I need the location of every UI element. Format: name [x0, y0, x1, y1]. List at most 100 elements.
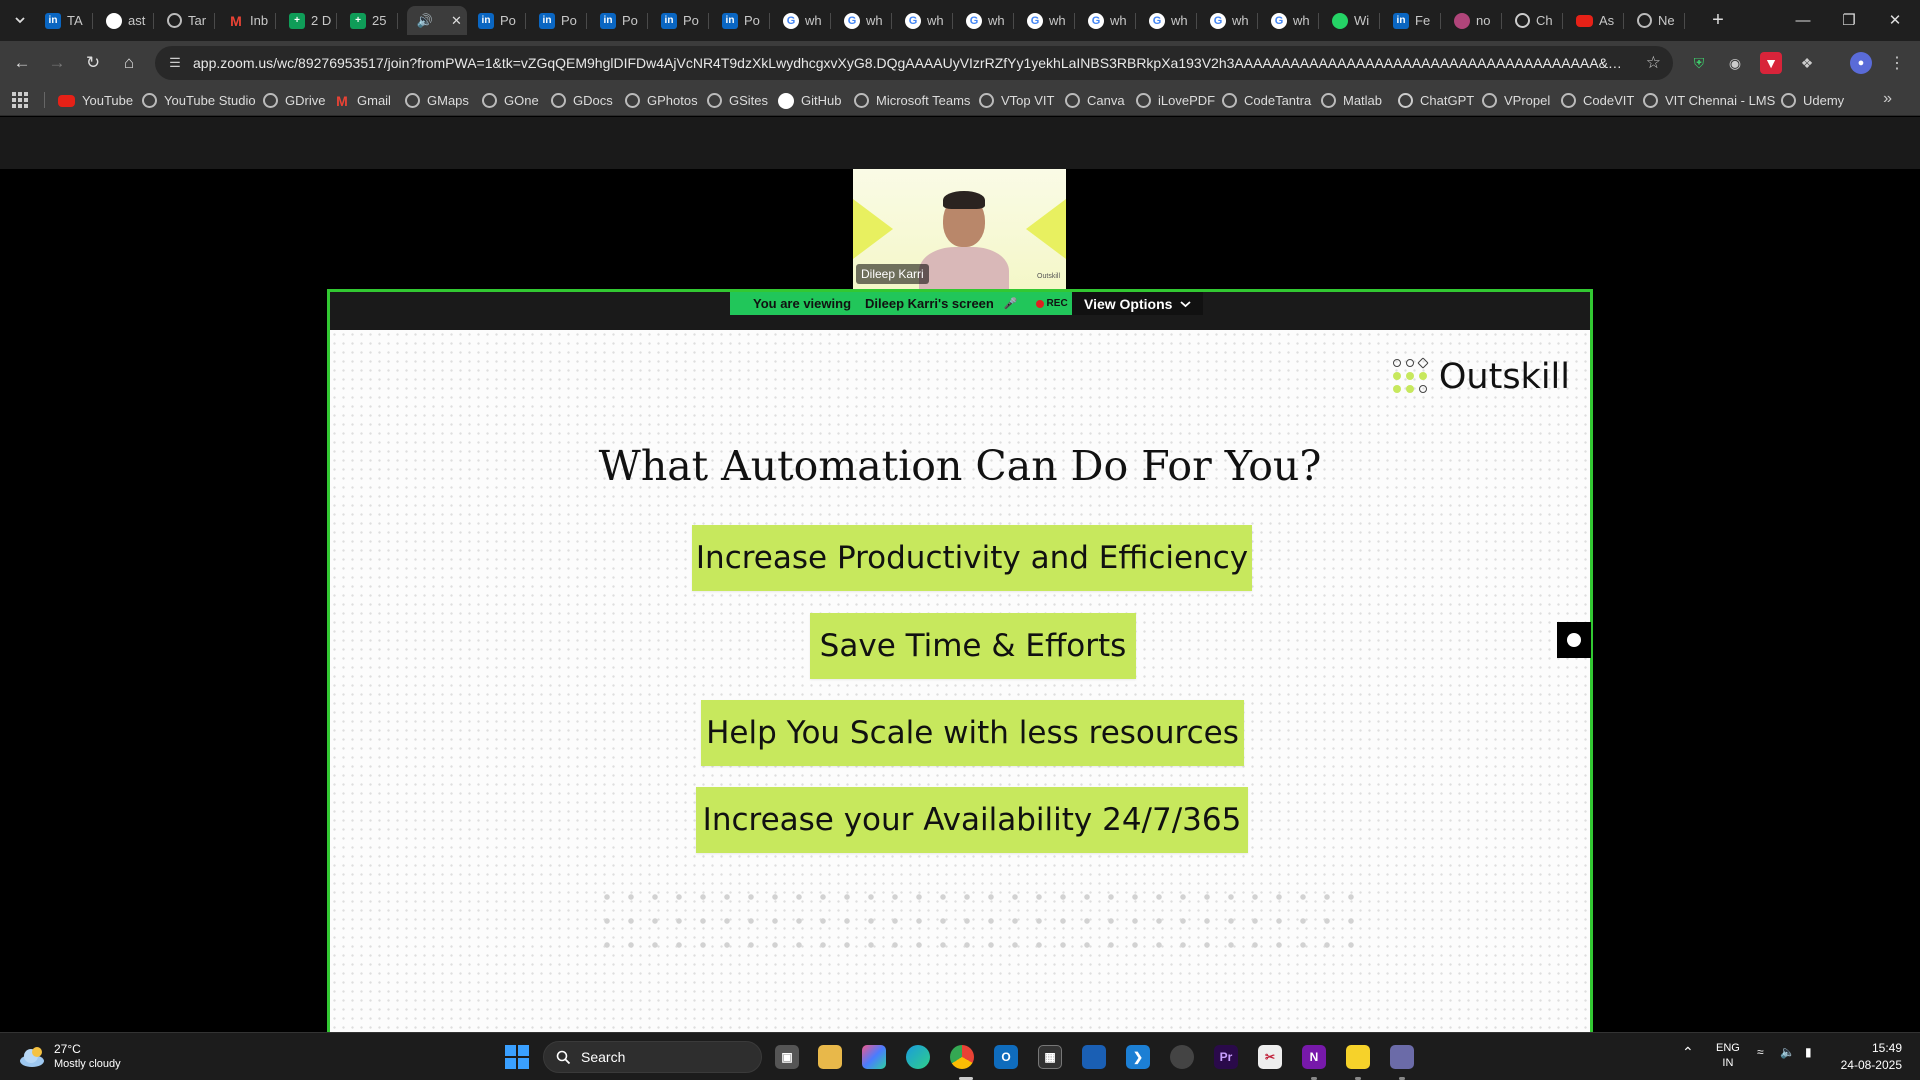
extensions-puzzle-icon[interactable]: ❖	[1796, 52, 1818, 74]
browser-tab[interactable]: in Fe	[1383, 6, 1441, 35]
volume-icon[interactable]: 🔈	[1780, 1045, 1795, 1059]
bookmark-item[interactable]: GSites	[707, 92, 768, 109]
address-bar[interactable]: ☰ app.zoom.us/wc/89276953517/join?fromPW…	[155, 46, 1673, 80]
minimize-button[interactable]: —	[1780, 0, 1826, 40]
browser-tab[interactable]: in Po	[651, 6, 709, 35]
show-hidden-icons-chevron-icon[interactable]: ⌃	[1682, 1044, 1694, 1061]
side-widget-button[interactable]	[1557, 622, 1591, 658]
bookmark-item[interactable]: YouTube	[58, 92, 133, 109]
home-button[interactable]: ⌂	[116, 50, 142, 76]
browser-tab[interactable]: in TA	[35, 6, 93, 35]
system-clock[interactable]: 15:49 24-08-2025	[1841, 1040, 1902, 1074]
bookmark-item[interactable]: GitHub	[778, 92, 841, 109]
bookmark-item[interactable]: VIT Chennai - LMS	[1643, 92, 1775, 109]
chrome-icon[interactable]	[950, 1045, 974, 1069]
app-icon[interactable]	[1390, 1045, 1414, 1069]
browser-tab[interactable]: +25	[340, 6, 398, 35]
bookmark-item[interactable]: ChatGPT	[1398, 92, 1474, 109]
close-window-button[interactable]: ✕	[1872, 0, 1918, 40]
start-windows-icon[interactable]	[505, 1045, 529, 1069]
participant-video-tile[interactable]: Dileep Karri Outskill	[853, 169, 1066, 289]
bookmark-item[interactable]: CodeVIT	[1561, 92, 1634, 109]
edge-icon[interactable]	[906, 1045, 930, 1069]
url-text[interactable]: app.zoom.us/wc/89276953517/join?fromPWA=…	[193, 55, 1623, 71]
browser-tab[interactable]: As	[1566, 6, 1624, 35]
battery-icon[interactable]: ▮	[1805, 1045, 1812, 1059]
task-view-icon[interactable]: ▣	[775, 1045, 799, 1069]
bookmark-item[interactable]: GMaps	[405, 92, 469, 109]
bookmark-item[interactable]: GDrive	[263, 92, 325, 109]
browser-tab[interactable]: Gwh	[1200, 6, 1258, 35]
bookmark-item[interactable]: CodeTantra	[1222, 92, 1311, 109]
taskbar-search[interactable]: Search	[543, 1041, 762, 1073]
browser-tab[interactable]: Gwh	[773, 6, 831, 35]
close-tab-icon[interactable]: ✕	[451, 13, 462, 29]
browser-tab[interactable]: +2 D	[279, 6, 337, 35]
bookmark-item[interactable]: GDocs	[551, 92, 613, 109]
site-info-icon[interactable]: ☰	[167, 55, 183, 71]
browser-tab[interactable]: Ch	[1505, 6, 1563, 35]
pocket-extension-icon[interactable]: ▼	[1760, 52, 1782, 74]
bookmark-item[interactable]: Canva	[1065, 92, 1125, 109]
snipping-tool-icon[interactable]: ✂	[1258, 1045, 1282, 1069]
browser-tab[interactable]: Gwh	[1017, 6, 1075, 35]
sticky-notes-icon[interactable]	[1346, 1045, 1370, 1069]
camera-extension-icon[interactable]: ◉	[1724, 52, 1746, 74]
restore-button[interactable]: ❐	[1826, 0, 1872, 40]
input-language[interactable]: ENG IN	[1716, 1041, 1740, 1071]
bookmark-item[interactable]: iLovePDF	[1136, 92, 1215, 109]
browser-tab[interactable]: Gwh	[834, 6, 892, 35]
file-explorer-icon[interactable]	[818, 1045, 842, 1069]
browser-tab[interactable]: Gwh	[1078, 6, 1136, 35]
bookmark-item[interactable]: Matlab	[1321, 92, 1382, 109]
browser-tab[interactable]: in Po	[529, 6, 587, 35]
browser-tab[interactable]: Wi	[1322, 6, 1380, 35]
bookmark-item[interactable]: Udemy	[1781, 92, 1844, 109]
bookmark-item[interactable]: M Gmail	[334, 92, 391, 109]
bookmark-star-icon[interactable]: ☆	[1646, 53, 1661, 73]
browser-tab[interactable]: in Po	[468, 6, 526, 35]
store-icon[interactable]: ▦	[1038, 1045, 1062, 1069]
browser-tab[interactable]: M Inb	[218, 6, 276, 35]
shield-extension-icon[interactable]: ⛨	[1688, 52, 1710, 74]
bookmark-item[interactable]: GOne	[482, 92, 539, 109]
bookmark-item[interactable]: Microsoft Teams	[854, 92, 970, 109]
browser-tab[interactable]: no	[1444, 6, 1502, 35]
bookmark-item[interactable]: VTop VIT	[979, 92, 1054, 109]
obs-icon[interactable]	[1170, 1045, 1194, 1069]
onenote-icon[interactable]: N	[1302, 1045, 1326, 1069]
bookmark-item[interactable]: GPhotos	[625, 92, 698, 109]
browser-tab[interactable]: Ne	[1627, 6, 1685, 35]
app-icon[interactable]	[1082, 1045, 1106, 1069]
reload-button[interactable]: ↻	[80, 50, 106, 76]
bookmark-item[interactable]: YouTube Studio	[142, 92, 256, 109]
browser-tab[interactable]: Gwh	[1139, 6, 1197, 35]
profile-avatar[interactable]: ●	[1850, 52, 1872, 74]
more-bookmarks-chevron-icon[interactable]: »	[1883, 90, 1892, 108]
weather-widget[interactable]: 27°C Mostly cloudy	[18, 1042, 121, 1072]
back-button[interactable]: ←	[9, 50, 35, 76]
copilot-icon[interactable]	[862, 1045, 886, 1069]
tab-label: ast	[128, 13, 146, 28]
browser-tab[interactable]: in Po	[712, 6, 770, 35]
linkedin-icon: in	[600, 12, 616, 29]
browser-tab[interactable]: Gwh	[1261, 6, 1319, 35]
browser-tab[interactable]: Tar	[157, 6, 215, 35]
browser-tab[interactable]: in Po	[590, 6, 648, 35]
browser-tab[interactable]: Gwh	[895, 6, 953, 35]
browser-tab[interactable]: ast	[96, 6, 154, 35]
menu-kebab-icon[interactable]: ⋮	[1886, 52, 1908, 74]
apps-grid-icon[interactable]	[12, 92, 28, 108]
browser-tab[interactable]: 🔊 ✕	[407, 6, 467, 35]
browser-tab[interactable]: Gwh	[956, 6, 1014, 35]
view-options-button[interactable]: View Options	[1072, 292, 1204, 315]
tab-search-button[interactable]	[8, 9, 32, 31]
wifi-icon[interactable]: ≈	[1757, 1045, 1764, 1059]
vscode-icon[interactable]: ❯	[1126, 1045, 1150, 1069]
premiere-pro-icon[interactable]: Pr	[1214, 1045, 1238, 1069]
forward-button[interactable]: →	[44, 50, 70, 76]
outlook-icon[interactable]: O	[994, 1045, 1018, 1069]
new-tab-button[interactable]: +	[1706, 8, 1730, 32]
bookmark-item[interactable]: VPropel	[1482, 92, 1550, 109]
tab-label: wh	[927, 13, 944, 28]
